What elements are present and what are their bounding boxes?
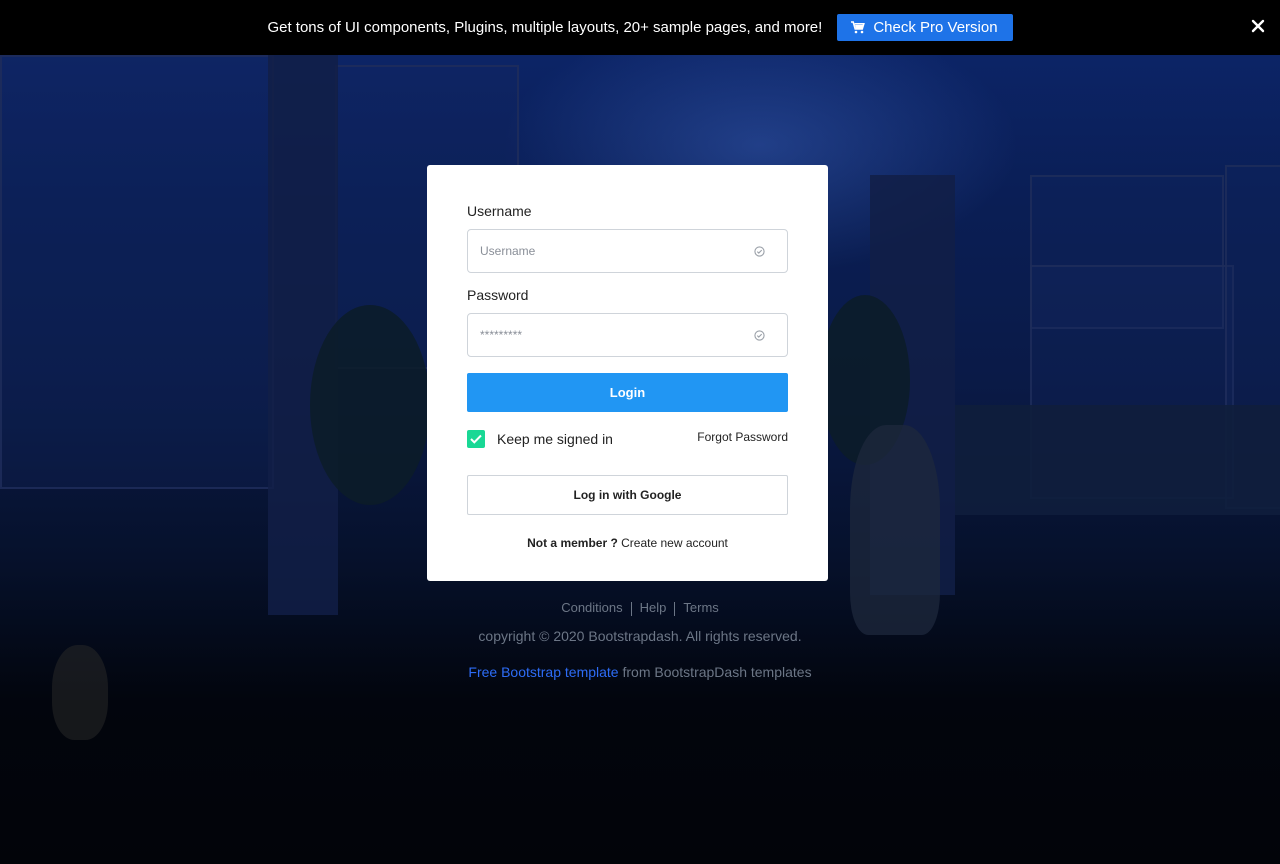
check-circle-icon — [754, 330, 765, 341]
keep-signed-in-label: Keep me signed in — [497, 431, 613, 447]
checkbox-checked[interactable] — [467, 430, 485, 448]
window-pane — [0, 55, 274, 489]
login-card: Username Password Login Keep me signed i… — [427, 165, 828, 581]
check-pro-label: Check Pro Version — [873, 19, 998, 36]
password-field-wrapper — [467, 313, 788, 357]
plant — [310, 305, 430, 505]
username-input[interactable] — [468, 230, 750, 272]
keep-signed-in-checkbox[interactable]: Keep me signed in — [467, 430, 613, 448]
credit-line: Free Bootstrap template from BootstrapDa… — [0, 664, 1280, 680]
free-template-link[interactable]: Free Bootstrap template — [468, 664, 618, 680]
not-member-text: Not a member ? — [527, 536, 618, 550]
footer-link-terms[interactable]: Terms — [675, 600, 726, 615]
close-icon[interactable] — [1250, 18, 1266, 34]
promo-banner: Get tons of UI components, Plugins, mult… — [0, 0, 1280, 55]
username-label: Username — [467, 203, 532, 219]
login-button[interactable]: Login — [467, 373, 788, 412]
promo-text: Get tons of UI components, Plugins, mult… — [267, 19, 823, 36]
footer-links: Conditions Help Terms — [0, 600, 1280, 616]
password-label: Password — [467, 287, 529, 303]
check-pro-button[interactable]: Check Pro Version — [837, 14, 1013, 41]
check-circle-icon — [754, 246, 765, 257]
google-login-button[interactable]: Log in with Google — [467, 475, 788, 515]
footer-link-conditions[interactable]: Conditions — [553, 600, 630, 615]
footer-link-help[interactable]: Help — [632, 600, 675, 615]
forgot-password-link[interactable]: Forgot Password — [697, 430, 788, 444]
checkmark-icon — [470, 434, 482, 444]
signup-prompt: Not a member ? Create new account — [427, 536, 828, 550]
credit-text: from BootstrapDash templates — [618, 664, 812, 680]
copyright-text: copyright © 2020 Bootstrapdash. All righ… — [478, 628, 802, 644]
cart-icon — [851, 21, 866, 34]
username-field-wrapper — [467, 229, 788, 273]
decor-shape — [52, 645, 108, 740]
city-skyline — [955, 405, 1280, 515]
password-input[interactable] — [468, 314, 750, 356]
create-account-link[interactable]: Create new account — [621, 536, 728, 550]
